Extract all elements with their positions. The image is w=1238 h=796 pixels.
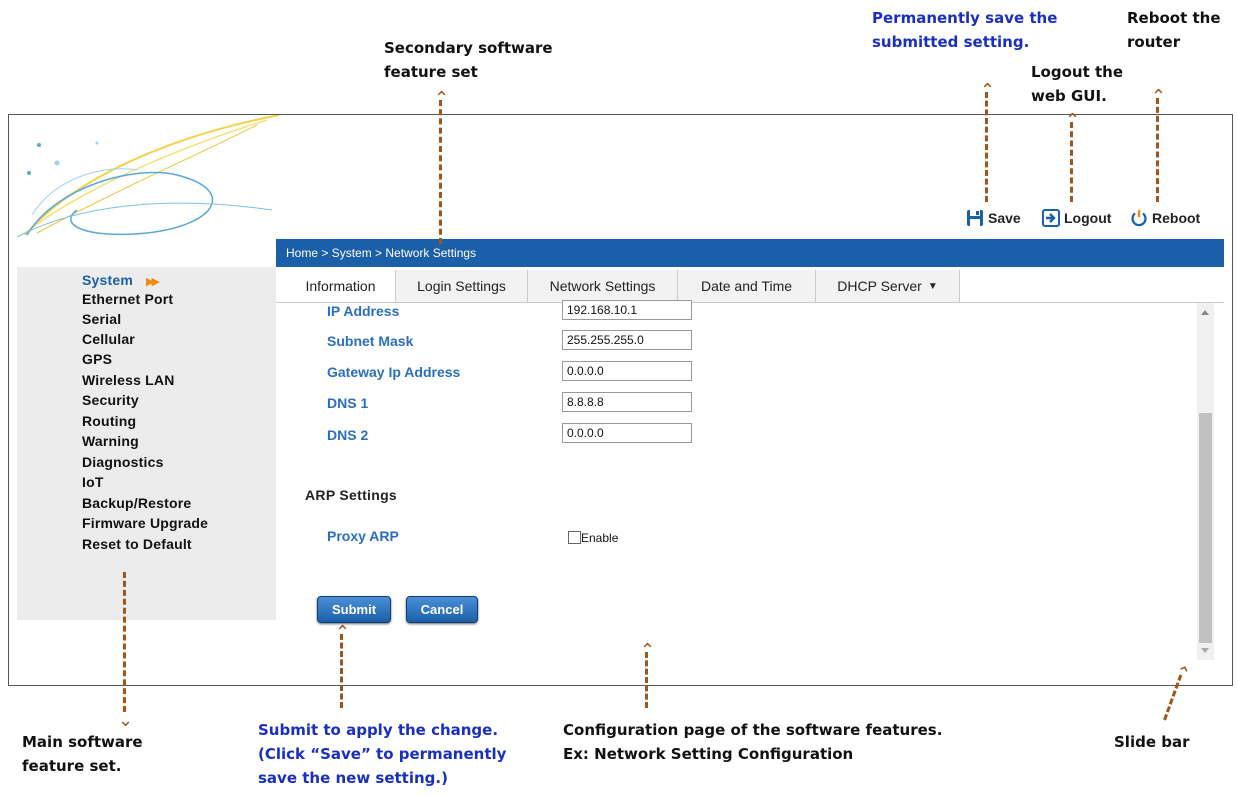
reboot-button[interactable]: Reboot [1130, 209, 1200, 227]
scrollbar[interactable] [1197, 303, 1214, 660]
dns2-label: DNS 2 [327, 427, 369, 443]
submit-button[interactable]: Submit [317, 596, 391, 623]
swoosh-logo [17, 115, 280, 238]
sidebar: System ▶▶ Ethernet Port Serial Cellular … [17, 267, 276, 620]
sidebar-item-gps[interactable]: GPS [82, 351, 112, 367]
ip-address-label: IP Address [327, 303, 400, 319]
gateway-input[interactable] [562, 361, 692, 381]
arrow-config-page: ⌃ [640, 642, 655, 708]
sidebar-item-wireless-lan[interactable]: Wireless LAN [82, 372, 175, 388]
gateway-label: Gateway Ip Address [327, 364, 461, 380]
subnet-mask-label: Subnet Mask [327, 333, 414, 349]
tab-dhcp-server[interactable]: DHCP Server ▼ [816, 270, 960, 302]
double-arrow-icon: ▶▶ [146, 276, 160, 288]
proxy-arp-checkbox[interactable] [568, 531, 581, 544]
annotation-secondary-feature-set: Secondary software feature set [384, 39, 553, 81]
sidebar-item-firmware-upgrade[interactable]: Firmware Upgrade [82, 515, 208, 531]
annotation-submit-hint: Submit to apply the change. (Click “Save… [258, 721, 507, 787]
arrow-submit: ⌃ [335, 624, 350, 708]
sidebar-item-cellular[interactable]: Cellular [82, 331, 135, 347]
sidebar-item-iot[interactable]: IoT [82, 474, 104, 490]
annotation-slide-bar: Slide bar [1114, 733, 1190, 751]
arrow-save: ⌃ [980, 82, 995, 202]
tab-login-settings[interactable]: Login Settings [396, 270, 528, 302]
scroll-down-icon[interactable] [1201, 648, 1209, 653]
router-web-gui: Save Logout Reboot Home > System > Netwo… [8, 114, 1233, 686]
breadcrumb-text: Home > System > Network Settings [286, 246, 477, 260]
sidebar-item-serial[interactable]: Serial [82, 311, 121, 327]
floppy-disk-icon [967, 210, 983, 226]
tab-date-and-time[interactable]: Date and Time [678, 270, 816, 302]
sidebar-item-backup-restore[interactable]: Backup/Restore [82, 495, 191, 511]
sidebar-item-ethernet-port[interactable]: Ethernet Port [82, 291, 173, 307]
logout-label: Logout [1064, 210, 1112, 226]
save-label: Save [988, 210, 1021, 226]
sidebar-item-reset-to-default[interactable]: Reset to Default [82, 536, 192, 552]
sidebar-item-diagnostics[interactable]: Diagnostics [82, 454, 164, 470]
caret-down-icon: ▼ [927, 280, 938, 292]
subnet-mask-input[interactable] [562, 330, 692, 350]
annotation-save-hint: Permanently save the submitted setting. [872, 9, 1058, 51]
arrow-reboot: ⌃ [1151, 88, 1166, 202]
tab-information[interactable]: Information [286, 270, 396, 302]
dns1-label: DNS 1 [327, 395, 369, 411]
dns1-input[interactable] [562, 392, 692, 412]
annotation-logout-hint: Logout the web GUI. [1031, 63, 1123, 105]
logout-button[interactable]: Logout [1042, 209, 1111, 227]
breadcrumb: Home > System > Network Settings [276, 239, 1224, 267]
sidebar-item-system[interactable]: System [82, 272, 133, 288]
scroll-thumb[interactable] [1199, 413, 1212, 643]
cancel-button[interactable]: Cancel [406, 596, 478, 623]
ip-address-input[interactable] [562, 300, 692, 320]
annotation-reboot-hint: Reboot the router [1127, 9, 1221, 51]
save-button[interactable]: Save [966, 209, 1021, 227]
arp-settings-heading: ARP Settings [305, 487, 398, 503]
proxy-arp-enable-label: Enable [581, 531, 619, 545]
arrow-logout: ⌃ [1065, 112, 1080, 202]
sidebar-item-routing[interactable]: Routing [82, 413, 136, 429]
arrow-main-feature-set: ⌄ [118, 572, 133, 730]
reboot-label: Reboot [1152, 210, 1201, 226]
annotation-config-page: Configuration page of the software featu… [563, 721, 943, 763]
tab-network-settings[interactable]: Network Settings [528, 270, 678, 302]
logout-icon [1042, 209, 1060, 227]
annotation-main-feature-set: Main software feature set. [22, 733, 143, 775]
proxy-arp-label: Proxy ARP [327, 528, 399, 544]
tab-divider [276, 302, 1224, 303]
dns2-input[interactable] [562, 423, 692, 443]
power-icon [1131, 210, 1147, 227]
sidebar-item-warning[interactable]: Warning [82, 433, 139, 449]
scroll-up-icon[interactable] [1201, 310, 1209, 315]
sidebar-item-security[interactable]: Security [82, 392, 139, 408]
arrow-secondary-feature-set: ⌃ [434, 90, 449, 244]
